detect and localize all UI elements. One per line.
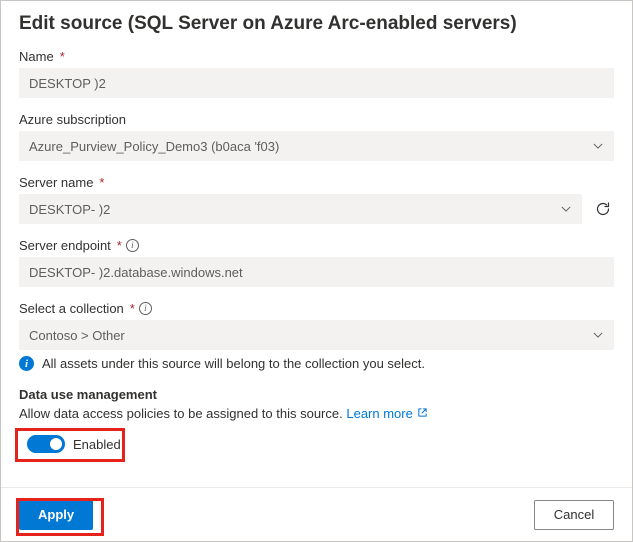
collection-value: Contoso > Other <box>29 328 125 343</box>
cancel-button[interactable]: Cancel <box>534 500 614 530</box>
collection-select[interactable]: Contoso > Other <box>19 320 614 350</box>
panel-title: Edit source (SQL Server on Azure Arc-ena… <box>19 13 614 35</box>
label-collection-text: Select a collection <box>19 301 124 316</box>
label-subscription-text: Azure subscription <box>19 112 126 127</box>
name-value: DESKTOP )2 <box>29 76 106 91</box>
dum-toggle[interactable] <box>27 435 65 453</box>
subscription-value: Azure_Purview_Policy_Demo3 (b0aca 'f03) <box>29 139 279 154</box>
info-icon[interactable]: i <box>139 302 152 315</box>
dum-description: Allow data access policies to be assigne… <box>19 406 614 421</box>
dum-heading: Data use management <box>19 387 614 402</box>
label-name-text: Name <box>19 49 54 64</box>
label-server-endpoint-text: Server endpoint <box>19 238 111 253</box>
name-input[interactable]: DESKTOP )2 <box>19 68 614 98</box>
chevron-down-icon <box>592 329 604 341</box>
dum-toggle-label: Enabled <box>73 437 121 452</box>
field-name: Name * DESKTOP )2 <box>19 49 614 98</box>
refresh-icon[interactable] <box>592 198 614 220</box>
info-icon[interactable]: i <box>126 239 139 252</box>
collection-hint-row: i All assets under this source will belo… <box>19 356 614 371</box>
panel-content: Edit source (SQL Server on Azure Arc-ena… <box>1 1 632 483</box>
label-collection: Select a collection * i <box>19 301 614 316</box>
panel-footer: Apply Cancel <box>1 487 632 541</box>
apply-button[interactable]: Apply <box>19 500 93 530</box>
chevron-down-icon <box>592 140 604 152</box>
info-badge-icon: i <box>19 356 34 371</box>
dum-desc-text: Allow data access policies to be assigne… <box>19 406 343 421</box>
field-server-name: Server name * DESKTOP- )2 <box>19 175 614 224</box>
label-server-name: Server name * <box>19 175 614 190</box>
label-server-name-text: Server name <box>19 175 93 190</box>
server-endpoint-input[interactable]: DESKTOP- )2.database.windows.net <box>19 257 614 287</box>
label-name: Name * <box>19 49 614 64</box>
edit-source-panel: Edit source (SQL Server on Azure Arc-ena… <box>0 0 633 542</box>
required-mark: * <box>117 238 122 253</box>
external-link-icon <box>417 406 428 421</box>
collection-hint-text: All assets under this source will belong… <box>42 356 425 371</box>
server-endpoint-value: DESKTOP- )2.database.windows.net <box>29 265 243 280</box>
server-name-value: DESKTOP- )2 <box>29 202 110 217</box>
chevron-down-icon <box>560 203 572 215</box>
field-collection: Select a collection * i Contoso > Other … <box>19 301 614 371</box>
learn-more-link[interactable]: Learn more <box>346 406 427 421</box>
required-mark: * <box>99 175 104 190</box>
required-mark: * <box>130 301 135 316</box>
required-mark: * <box>60 49 65 64</box>
dum-toggle-wrap: Enabled <box>19 429 129 459</box>
field-server-endpoint: Server endpoint * i DESKTOP- )2.database… <box>19 238 614 287</box>
field-subscription: Azure subscription Azure_Purview_Policy_… <box>19 112 614 161</box>
learn-more-text: Learn more <box>346 406 412 421</box>
server-name-select[interactable]: DESKTOP- )2 <box>19 194 582 224</box>
subscription-select[interactable]: Azure_Purview_Policy_Demo3 (b0aca 'f03) <box>19 131 614 161</box>
label-subscription: Azure subscription <box>19 112 614 127</box>
label-server-endpoint: Server endpoint * i <box>19 238 614 253</box>
